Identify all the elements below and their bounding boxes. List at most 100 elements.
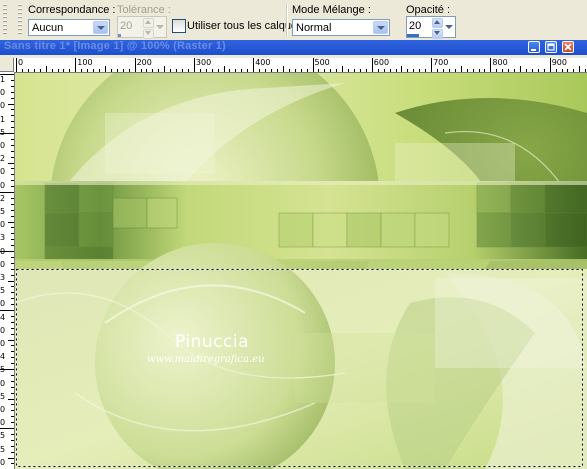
ruler-tick bbox=[11, 233, 14, 235]
ruler-tick bbox=[11, 422, 14, 424]
tolerance-spinner[interactable]: 20 bbox=[117, 16, 167, 39]
window-title: Sans titre 1* [Image 1] @ 100% (Raster 1… bbox=[4, 40, 226, 52]
toolbar-grip[interactable] bbox=[3, 4, 7, 36]
ruler-tick bbox=[122, 69, 124, 72]
ruler-tick bbox=[0, 310, 14, 311]
ruler-label: 0 bbox=[0, 457, 6, 467]
ruler-tick bbox=[69, 69, 71, 72]
ruler-label: 5 bbox=[0, 391, 6, 401]
options-toolbar: Correspondance : Aucun Tolérance : 20 Ut… bbox=[0, 0, 587, 41]
chevron-down-icon[interactable] bbox=[432, 29, 443, 39]
ruler-tick bbox=[442, 69, 444, 72]
ruler-tick bbox=[8, 339, 14, 341]
ruler-tick bbox=[11, 115, 14, 117]
ruler-tick bbox=[11, 91, 14, 93]
ruler-tick bbox=[8, 221, 14, 223]
ruler-tick bbox=[484, 69, 486, 72]
ruler-tick bbox=[395, 69, 397, 72]
chevron-down-icon[interactable] bbox=[143, 29, 154, 39]
ruler-tick bbox=[11, 351, 14, 353]
ruler-tick bbox=[318, 69, 320, 72]
ruler-tick bbox=[140, 69, 142, 72]
ruler-label: 3 bbox=[0, 273, 6, 282]
toolbar-grip[interactable] bbox=[18, 4, 22, 36]
ruler-tick bbox=[211, 69, 213, 72]
chevron-down-icon[interactable] bbox=[155, 21, 165, 33]
chevron-up-icon[interactable] bbox=[432, 18, 443, 28]
ruler-tick bbox=[383, 69, 385, 72]
ruler-label: 0 bbox=[0, 378, 6, 388]
canvas-artwork: Pinuccia www.maidiregrafica.eu bbox=[15, 73, 587, 469]
ruler-tick bbox=[8, 162, 14, 164]
ruler-tick bbox=[39, 69, 41, 72]
ruler-tick bbox=[11, 150, 14, 152]
ruler-label: 3 bbox=[0, 233, 6, 243]
ruler-tick bbox=[11, 363, 14, 365]
ruler-tick bbox=[11, 227, 14, 229]
ruler-tick bbox=[472, 69, 474, 72]
ruler-tick bbox=[454, 69, 456, 72]
ruler-label: 300 bbox=[195, 58, 212, 67]
ruler-tick bbox=[0, 192, 14, 193]
ruler-label: 0 bbox=[0, 418, 6, 428]
ruler-tick bbox=[270, 69, 272, 72]
ruler-tick bbox=[11, 286, 14, 288]
ruler-tick bbox=[223, 66, 225, 72]
chevron-down-icon[interactable] bbox=[444, 21, 454, 33]
ruler-tick bbox=[419, 69, 421, 72]
ruler-label: 400 bbox=[255, 58, 271, 67]
ruler-tick bbox=[193, 58, 195, 72]
image-canvas[interactable]: Pinuccia www.maidiregrafica.eu bbox=[15, 73, 587, 469]
watermark-url: www.maidiregrafica.eu bbox=[147, 354, 265, 365]
ruler-label: 5 bbox=[0, 207, 6, 216]
ruler-tick bbox=[508, 69, 510, 72]
ruler-label: 1 bbox=[0, 114, 6, 124]
blend-mode-label: Mode Mélange : bbox=[292, 4, 371, 16]
match-mode-dropdown[interactable]: Aucun bbox=[28, 19, 110, 36]
close-button[interactable] bbox=[562, 41, 574, 53]
ruler-tick bbox=[21, 69, 23, 72]
ruler-tick bbox=[11, 298, 14, 300]
tolerance-stepper[interactable] bbox=[143, 18, 154, 39]
ruler-label: 0 bbox=[0, 299, 6, 309]
ruler-tick bbox=[11, 327, 14, 329]
ruler-label: 2 bbox=[0, 193, 6, 203]
chevron-down-icon[interactable] bbox=[373, 21, 388, 34]
ruler-tick bbox=[549, 58, 551, 72]
ruler-tick bbox=[330, 69, 332, 72]
ruler-tick bbox=[259, 69, 261, 72]
ruler-tick bbox=[525, 69, 527, 72]
ruler-tick bbox=[365, 69, 367, 72]
ruler-label: 0 bbox=[0, 220, 6, 230]
ruler-label: 0 bbox=[0, 141, 6, 150]
chevron-down-icon[interactable] bbox=[93, 21, 108, 34]
ruler-tick bbox=[265, 69, 267, 72]
ruler-tick bbox=[324, 69, 326, 72]
watermark-name: Pinuccia bbox=[175, 332, 249, 352]
ruler-tick bbox=[11, 433, 14, 435]
ruler-tick bbox=[11, 209, 14, 211]
minimize-button[interactable] bbox=[528, 41, 540, 53]
ruler-tick bbox=[282, 66, 284, 72]
ruler-label: 0 bbox=[0, 88, 6, 98]
ruler-tick bbox=[63, 69, 65, 72]
window-title-bar[interactable]: Sans titre 1* [Image 1] @ 100% (Raster 1… bbox=[0, 40, 587, 55]
vertical-ruler: 1 0 0 1 5 0 2 0 0 2 5 0 3 0 0 3 5 0 4 0 0 4 5 0 5 0 0 5 5 0 bbox=[0, 72, 15, 469]
ruler-tick bbox=[8, 457, 14, 459]
ruler-tick bbox=[300, 69, 302, 72]
chevron-up-icon[interactable] bbox=[143, 18, 154, 28]
ruler-tick bbox=[134, 58, 136, 72]
opacity-spinner[interactable]: 20 bbox=[406, 16, 456, 39]
ruler-tick bbox=[51, 69, 53, 72]
ruler-tick bbox=[11, 97, 14, 99]
ruler-tick bbox=[8, 398, 14, 400]
opacity-stepper[interactable] bbox=[432, 18, 443, 39]
ruler-tick bbox=[514, 69, 516, 72]
blend-mode-dropdown[interactable]: Normal bbox=[292, 19, 390, 36]
use-all-layers-checkbox[interactable] bbox=[172, 19, 186, 33]
ruler-label: 4 bbox=[0, 312, 6, 322]
ruler-tick bbox=[57, 69, 59, 72]
tolerance-label: Tolérance : bbox=[117, 4, 171, 16]
ruler-label: 200 bbox=[136, 58, 152, 67]
maximize-button[interactable] bbox=[545, 41, 557, 53]
